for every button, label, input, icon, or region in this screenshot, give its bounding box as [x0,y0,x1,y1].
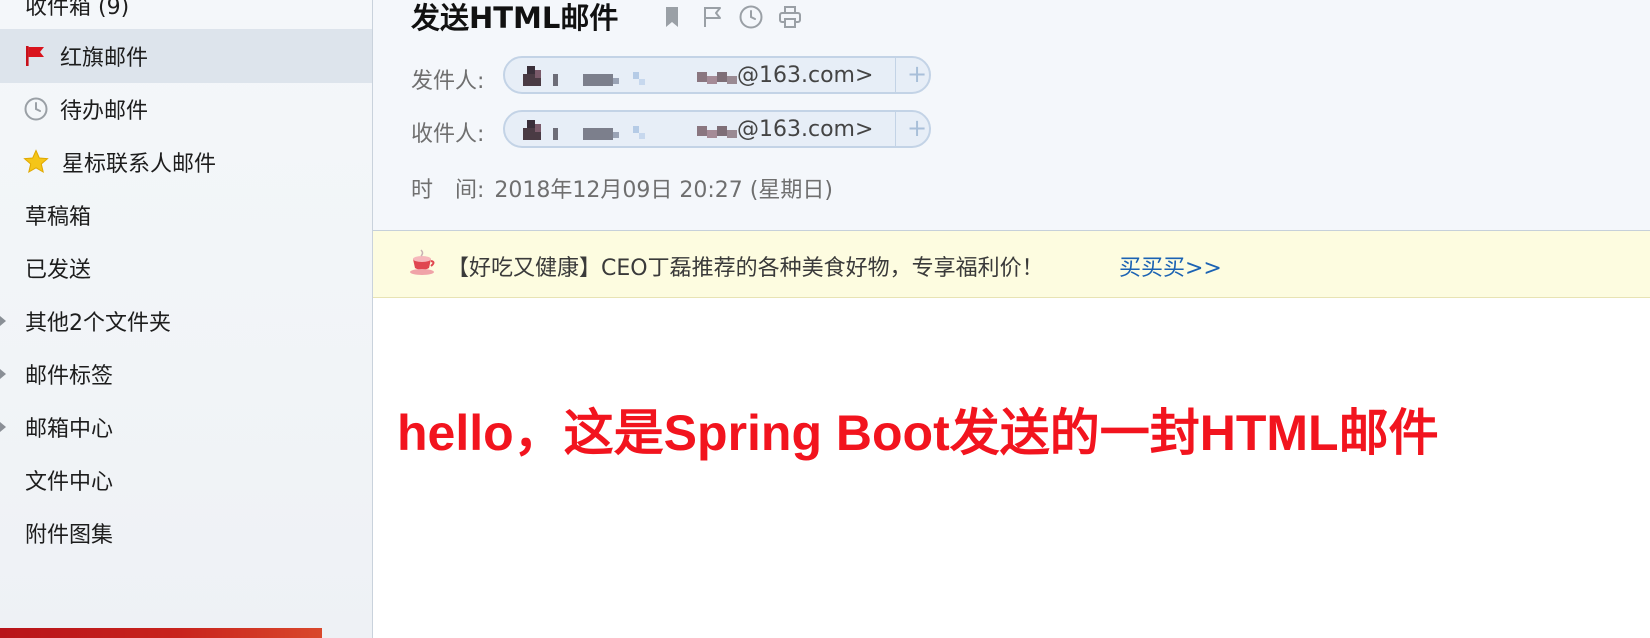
sidebar-item-inbox[interactable]: 收件箱 (9) [0,0,372,32]
redacted-name-image [523,120,645,140]
time-label: 时 间: [411,178,485,203]
sidebar-item-label: 附件图集 [25,523,114,548]
sidebar-item-todo[interactable]: 待办邮件 [0,82,372,136]
mail-header: 发送HTML邮件 发件人: @163.com> + 收件人: @163.com>… [373,0,1650,231]
sidebar-item-label: 已发送 [25,258,92,283]
flag-icon[interactable] [699,4,725,30]
tea-cup-icon [410,249,435,275]
sidebar-item-file-center[interactable]: 文件中心 [0,453,372,507]
ad-text: 【好吃又健康】CEO丁磊推荐的各种美食好物，专享福利价！ [447,256,1044,281]
sidebar-item-attachments[interactable]: 附件图集 [0,506,372,560]
recipient-address-chip[interactable]: @163.com> + [503,110,931,148]
sidebar-item-label: 文件中心 [25,470,114,495]
time-value: 2018年12月09日 20:27 (星期日) [494,178,833,203]
folder-sidebar: 收件箱 (9) 红旗邮件 待办邮件 星标联系人邮件 草稿箱 已发送 其他2个文件… [0,0,373,638]
sidebar-item-starred[interactable]: 星标联系人邮件 [0,135,372,189]
bookmark-icon[interactable] [659,4,685,30]
sidebar-bottom-banner [0,628,322,638]
add-contact-icon[interactable]: + [907,114,927,142]
sidebar-item-label: 邮箱中心 [25,417,114,442]
sender-email: @163.com> [737,63,874,88]
ad-buy-link[interactable]: 买买买>> [1119,250,1222,282]
sidebar-item-label: 邮件标签 [25,364,114,389]
mail-subject: 发送HTML邮件 [411,1,619,35]
print-icon[interactable] [777,4,803,30]
redacted-email-prefix-image [697,126,737,138]
sidebar-item-red-flag[interactable]: 红旗邮件 [0,29,372,83]
sidebar-item-mail-tags[interactable]: 邮件标签 [0,347,372,401]
clock-icon [24,97,48,121]
chip-divider [895,58,896,92]
expand-caret-icon[interactable] [0,316,6,326]
chip-divider [895,112,896,146]
mail-body-heading: hello，这是Spring Boot发送的一封HTML邮件 [397,405,1439,461]
add-contact-icon[interactable]: + [907,60,927,88]
sidebar-item-label: 星标联系人邮件 [62,152,217,177]
red-flag-icon [26,46,44,66]
redacted-email-prefix-image [697,72,737,84]
sent-time-row: 时 间: 2018年12月09日 20:27 (星期日) [411,172,833,204]
sender-label: 发件人: [411,69,485,94]
sidebar-item-label: 草稿箱 [25,205,92,230]
recipient-label: 收件人: [411,122,485,147]
redacted-name-image [523,66,645,86]
sidebar-item-sent[interactable]: 已发送 [0,241,372,295]
star-icon [23,149,49,174]
sidebar-item-other-folders[interactable]: 其他2个文件夹 [0,294,372,348]
sidebar-item-label: 待办邮件 [60,99,149,124]
expand-caret-icon[interactable] [0,422,6,432]
sidebar-item-label: 收件箱 (9) [25,0,130,20]
expand-caret-icon[interactable] [0,369,6,379]
sidebar-item-drafts[interactable]: 草稿箱 [0,188,372,242]
clock-icon[interactable] [738,4,764,30]
sender-address-chip[interactable]: @163.com> + [503,56,931,94]
ad-banner: 【好吃又健康】CEO丁磊推荐的各种美食好物，专享福利价！ 买买买>> [373,231,1650,298]
sidebar-item-label: 其他2个文件夹 [25,311,171,336]
sidebar-item-label: 红旗邮件 [60,46,149,71]
mail-body: hello，这是Spring Boot发送的一封HTML邮件 [373,298,1650,638]
sidebar-item-mail-center[interactable]: 邮箱中心 [0,400,372,454]
recipient-email: @163.com> [737,117,874,142]
